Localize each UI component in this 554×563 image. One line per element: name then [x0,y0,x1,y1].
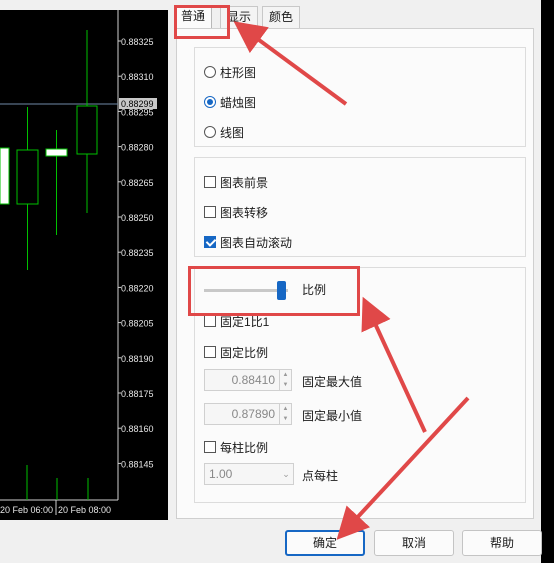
time-label: 20 Feb 06:00 [0,505,53,515]
candle-body [16,149,39,205]
price-tick-label: 0.88235 [121,248,154,258]
price-tick-label: 0.88325 [121,37,154,47]
price-tick-label: 0.88145 [121,459,154,469]
spin-arrows-icon[interactable]: ▲ ▼ [279,404,291,424]
radio-selected-icon [204,96,216,108]
price-tick-label: 0.88280 [121,143,154,153]
checkbox-checked-icon [204,236,216,248]
price-tick-label: 0.88160 [121,424,154,434]
price-chart: 0.88325 0.88310 0.88295 0.88280 0.88265 0.882… [0,10,168,520]
candle-body [0,147,10,205]
checkbox-chart-shift[interactable]: 图表转移 [204,204,268,220]
tab-colors[interactable]: 颜色 [262,6,301,28]
price-tick-label: 0.88265 [121,178,154,188]
ok-button[interactable]: 确定 [285,530,365,556]
fixed-min-label: 固定最小值 [302,409,363,423]
points-per-bar-select[interactable]: 1.00 ⌄ [204,463,294,485]
price-tick-label: 0.88190 [121,354,154,364]
time-label: 20 Feb 08:00 [58,505,111,515]
fixed-min-input[interactable]: 0.87890 ▲ ▼ [204,403,292,425]
price-tick-label: 0.88175 [121,389,154,399]
current-price-label: 0.88299 [121,99,154,109]
chart-canvas: 0.883250.883100.882950.882800.882650.882… [0,10,157,515]
help-button[interactable]: 帮助 [462,530,542,556]
checkbox-icon [204,315,216,327]
spin-arrows-icon[interactable]: ▲ ▼ [279,370,291,390]
radio-bar-chart[interactable]: 柱形图 [204,64,256,80]
candle-body [76,105,98,155]
checkbox-icon [204,176,216,188]
annotation-highlight-scale [188,266,360,316]
chevron-down-icon: ⌄ [282,468,290,479]
radio-icon [204,126,216,138]
radio-line-chart[interactable]: 线图 [204,124,244,140]
checkbox-auto-scroll[interactable]: 图表自动滚动 [204,234,292,250]
price-tick-label: 0.88205 [121,319,154,329]
price-tick-label: 0.88250 [121,213,154,223]
checkbox-per-bar-scale[interactable]: 每柱比例 [204,439,268,455]
price-tick-label: 0.88220 [121,283,154,293]
checkbox-fixed-scale[interactable]: 固定比例 [204,344,268,360]
checkbox-icon [204,441,216,453]
points-per-bar-label: 点每柱 [302,469,339,483]
fixed-max-label: 固定最大值 [302,375,363,389]
radio-candlestick[interactable]: 蜡烛图 [204,94,256,110]
checkbox-icon [204,346,216,358]
checkbox-chart-foreground[interactable]: 图表前景 [204,174,268,190]
price-tick-label: 0.88310 [121,72,154,82]
radio-icon [204,66,216,78]
candle-body [45,148,68,157]
checkbox-icon [204,206,216,218]
background-chart-strip [541,0,554,563]
cancel-button[interactable]: 取消 [374,530,454,556]
fixed-max-input[interactable]: 0.88410 ▲ ▼ [204,369,292,391]
annotation-highlight-tab [174,5,230,39]
